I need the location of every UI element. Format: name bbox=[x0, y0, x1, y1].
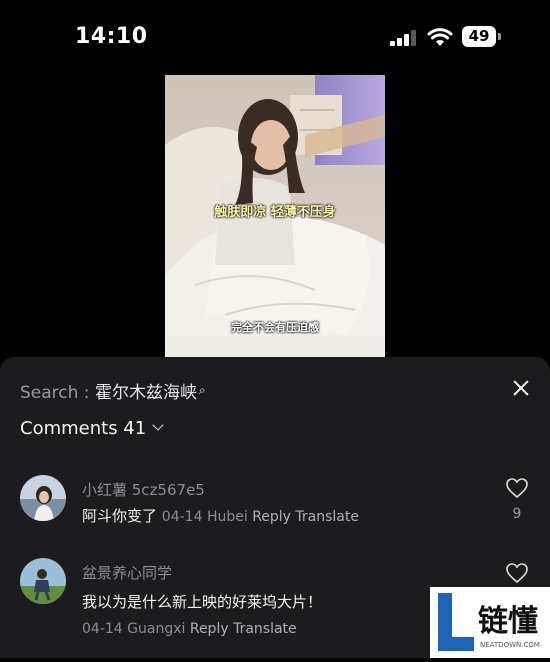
comment-date: 04-14 bbox=[161, 509, 203, 525]
svg-text:链懂: 链懂 bbox=[478, 604, 538, 639]
svg-text:NEATDOWN.COM: NEATDOWN.COM bbox=[480, 641, 540, 649]
video-caption-top: 触肤即凉 轻薄不压身 bbox=[214, 205, 336, 220]
comments-title: Comments 41 bbox=[20, 418, 147, 439]
status-time: 14:10 bbox=[75, 24, 148, 49]
avatar[interactable] bbox=[20, 558, 66, 604]
close-icon[interactable] bbox=[507, 374, 535, 402]
video-caption-bottom: 完全不会有压迫感 bbox=[231, 321, 319, 334]
translate-button[interactable]: Translate bbox=[233, 621, 297, 637]
signal-icon bbox=[390, 30, 418, 46]
reply-button[interactable]: Reply bbox=[252, 509, 291, 525]
comment-date: 04-14 bbox=[82, 621, 123, 637]
comment-location: Guangxi bbox=[127, 621, 186, 637]
comment-body: 阿斗你变了 04-14 Hubei Reply Translate bbox=[82, 505, 359, 526]
battery-tip bbox=[498, 33, 501, 40]
chevron-down-icon bbox=[152, 419, 164, 431]
watermark-logo: 链懂 NEATDOWN.COM bbox=[430, 587, 550, 658]
comment-username[interactable]: 小红薯 5cz567e5 bbox=[82, 479, 205, 500]
comment-username[interactable]: 盆景养心同学 bbox=[82, 562, 172, 583]
status-bar: 14:10 49 bbox=[0, 0, 550, 75]
video-player[interactable]: 触肤即凉 轻薄不压身 完全不会有压迫感 bbox=[165, 75, 385, 357]
comments-sort-dropdown[interactable]: Comments 41 bbox=[20, 418, 164, 439]
comment-text: 阿斗你变了 bbox=[82, 507, 158, 525]
search-icon: ⌕ bbox=[198, 383, 206, 397]
battery-icon: 49 bbox=[462, 26, 496, 47]
reply-button[interactable]: Reply bbox=[190, 621, 229, 637]
avatar[interactable] bbox=[20, 475, 66, 521]
comment-text: 我以为是什么新上映的好莱坞大片！ bbox=[82, 593, 323, 611]
search-query[interactable]: 霍尔木兹海峡 bbox=[95, 383, 197, 403]
search-label: Search : bbox=[20, 383, 95, 403]
search-suggestion[interactable]: Search : 霍尔木兹海峡 ⌕ bbox=[20, 378, 206, 403]
like-count: 9 bbox=[512, 506, 522, 522]
heart-icon[interactable] bbox=[505, 562, 529, 584]
heart-icon[interactable] bbox=[505, 477, 529, 499]
translate-button[interactable]: Translate bbox=[295, 509, 359, 525]
comment-location: Hubei bbox=[206, 509, 248, 525]
wifi-icon bbox=[427, 28, 453, 46]
comment-meta: 04-14 Guangxi Reply Translate bbox=[82, 619, 297, 637]
comment-meta: 04-14 Hubei Reply Translate bbox=[162, 509, 359, 525]
